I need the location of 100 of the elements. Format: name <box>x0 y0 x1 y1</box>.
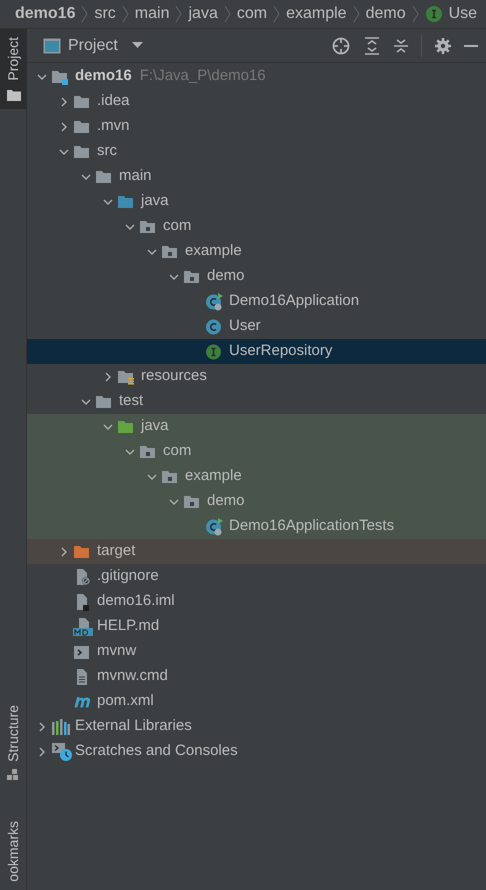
chevron-down-icon[interactable] <box>169 496 179 506</box>
chevron-right-icon[interactable] <box>37 746 47 756</box>
tree-item[interactable]: main <box>27 164 486 189</box>
tree-item[interactable]: src <box>27 139 486 164</box>
chevron-down-icon[interactable] <box>81 172 91 182</box>
tree-item[interactable]: User <box>27 314 486 339</box>
expand-all-icon[interactable] <box>364 36 380 54</box>
tree-item[interactable]: demo16.iml <box>27 589 486 614</box>
chevron-right-icon[interactable] <box>59 122 69 132</box>
item-label: src <box>97 141 117 162</box>
item-label: HELP.md <box>97 616 160 636</box>
tree-item[interactable]: .gitignore <box>27 564 486 589</box>
package-icon <box>161 468 179 484</box>
chevron-down-icon[interactable] <box>125 446 135 456</box>
package-icon <box>183 494 201 510</box>
collapse-all-icon[interactable] <box>393 36 409 54</box>
tree-item[interactable]: com <box>27 439 486 464</box>
chevron-down-icon[interactable] <box>147 472 157 482</box>
breadcrumb-item[interactable]: src <box>94 2 116 26</box>
tree-item[interactable]: Scratches and Consoles <box>27 739 486 764</box>
module-folder-icon <box>51 68 69 84</box>
package-icon <box>139 444 157 460</box>
tree-item[interactable]: External Libraries <box>27 714 486 739</box>
tree-item[interactable]: Demo16Application <box>27 289 486 314</box>
item-label: demo16.iml <box>97 591 175 612</box>
tree-item[interactable]: mvnw <box>27 639 486 664</box>
tree-item[interactable]: example <box>27 464 486 489</box>
chevron-down-icon[interactable] <box>81 396 91 406</box>
tree-item[interactable]: java <box>27 189 486 214</box>
item-label: Demo16Application <box>229 291 360 312</box>
separator-icon <box>412 4 419 24</box>
item-label: java <box>141 416 169 436</box>
tree-item[interactable]: HELP.md <box>27 614 486 639</box>
tree-item[interactable]: UserRepository <box>27 339 486 364</box>
breadcrumb-item[interactable]: demo16 <box>15 2 76 26</box>
interface-icon <box>424 5 443 23</box>
item-label: example <box>185 241 242 262</box>
folder-icon <box>6 88 20 101</box>
breadcrumb-item[interactable]: example <box>286 2 347 26</box>
tree-item[interactable]: example <box>27 239 486 264</box>
breadcrumb-item[interactable]: main <box>134 2 170 26</box>
tree-item[interactable]: demo <box>27 264 486 289</box>
item-label: .mvn <box>97 116 130 136</box>
item-label: test <box>119 391 144 412</box>
item-label: com <box>163 216 192 236</box>
chevron-right-icon[interactable] <box>59 96 69 106</box>
item-label: demo <box>207 491 245 512</box>
panel-title[interactable]: Project <box>68 34 118 58</box>
folder-icon <box>73 94 91 110</box>
tree-item[interactable]: mvnw.cmd <box>27 664 486 689</box>
tree-item[interactable]: demo <box>27 489 486 514</box>
dropdown-caret-icon[interactable] <box>132 42 143 49</box>
tool-window-tab[interactable]: Structure <box>0 696 27 790</box>
item-label: example <box>185 466 242 486</box>
item-label: pom.xml <box>97 691 154 712</box>
package-icon <box>161 244 179 260</box>
item-label: mvnw <box>97 641 136 662</box>
resources-folder-icon <box>117 368 135 384</box>
chevron-down-icon[interactable] <box>59 146 69 156</box>
tree-item[interactable]: test <box>27 389 486 414</box>
chevron-down-icon[interactable] <box>103 196 113 206</box>
tree-item[interactable]: com <box>27 214 486 239</box>
markdown-file-icon <box>73 618 95 636</box>
chevron-down-icon[interactable] <box>147 246 157 256</box>
chevron-down-icon[interactable] <box>37 72 47 82</box>
structure-icon <box>6 769 20 782</box>
tree-item[interactable]: .mvn <box>27 114 486 139</box>
breadcrumb-item[interactable]: Use <box>448 2 478 26</box>
libraries-icon <box>51 718 71 736</box>
tool-window-tab[interactable]: Project <box>0 29 27 109</box>
tree-item[interactable]: .idea <box>27 89 486 114</box>
package-icon <box>183 268 201 284</box>
item-label: External Libraries <box>75 716 192 736</box>
chevron-down-icon[interactable] <box>125 222 135 232</box>
breadcrumb-item[interactable]: com <box>236 2 268 26</box>
minimize-icon[interactable] <box>464 44 478 48</box>
tree-item[interactable]: Demo16ApplicationTests <box>27 514 486 539</box>
tree-item[interactable]: pom.xml <box>27 689 486 714</box>
chevron-right-icon[interactable] <box>59 546 69 556</box>
tree-item[interactable]: java <box>27 414 486 439</box>
separator-icon <box>224 4 231 24</box>
item-label: demo16 <box>75 66 132 86</box>
item-label: Demo16ApplicationTests <box>229 516 394 536</box>
locate-icon[interactable] <box>331 36 351 56</box>
breadcrumb-item[interactable]: demo <box>366 2 406 26</box>
tool-window-tab[interactable]: ookmarks <box>0 813 27 890</box>
chevron-down-icon[interactable] <box>169 272 179 282</box>
folder-icon <box>95 168 113 184</box>
tree-item[interactable]: target <box>27 539 486 564</box>
item-label: main <box>119 166 152 186</box>
tree-item[interactable]: demo16 F:\Java_P\demo16 <box>27 64 486 89</box>
item-label: com <box>163 441 192 462</box>
tree-item[interactable]: resources <box>27 364 486 389</box>
chevron-right-icon[interactable] <box>37 722 47 732</box>
chevron-down-icon[interactable] <box>103 422 113 432</box>
chevron-right-icon[interactable] <box>103 372 113 382</box>
breadcrumb-item[interactable]: java <box>188 2 218 26</box>
class-icon <box>205 318 223 336</box>
separator-icon <box>175 4 182 24</box>
settings-icon[interactable] <box>434 36 452 54</box>
